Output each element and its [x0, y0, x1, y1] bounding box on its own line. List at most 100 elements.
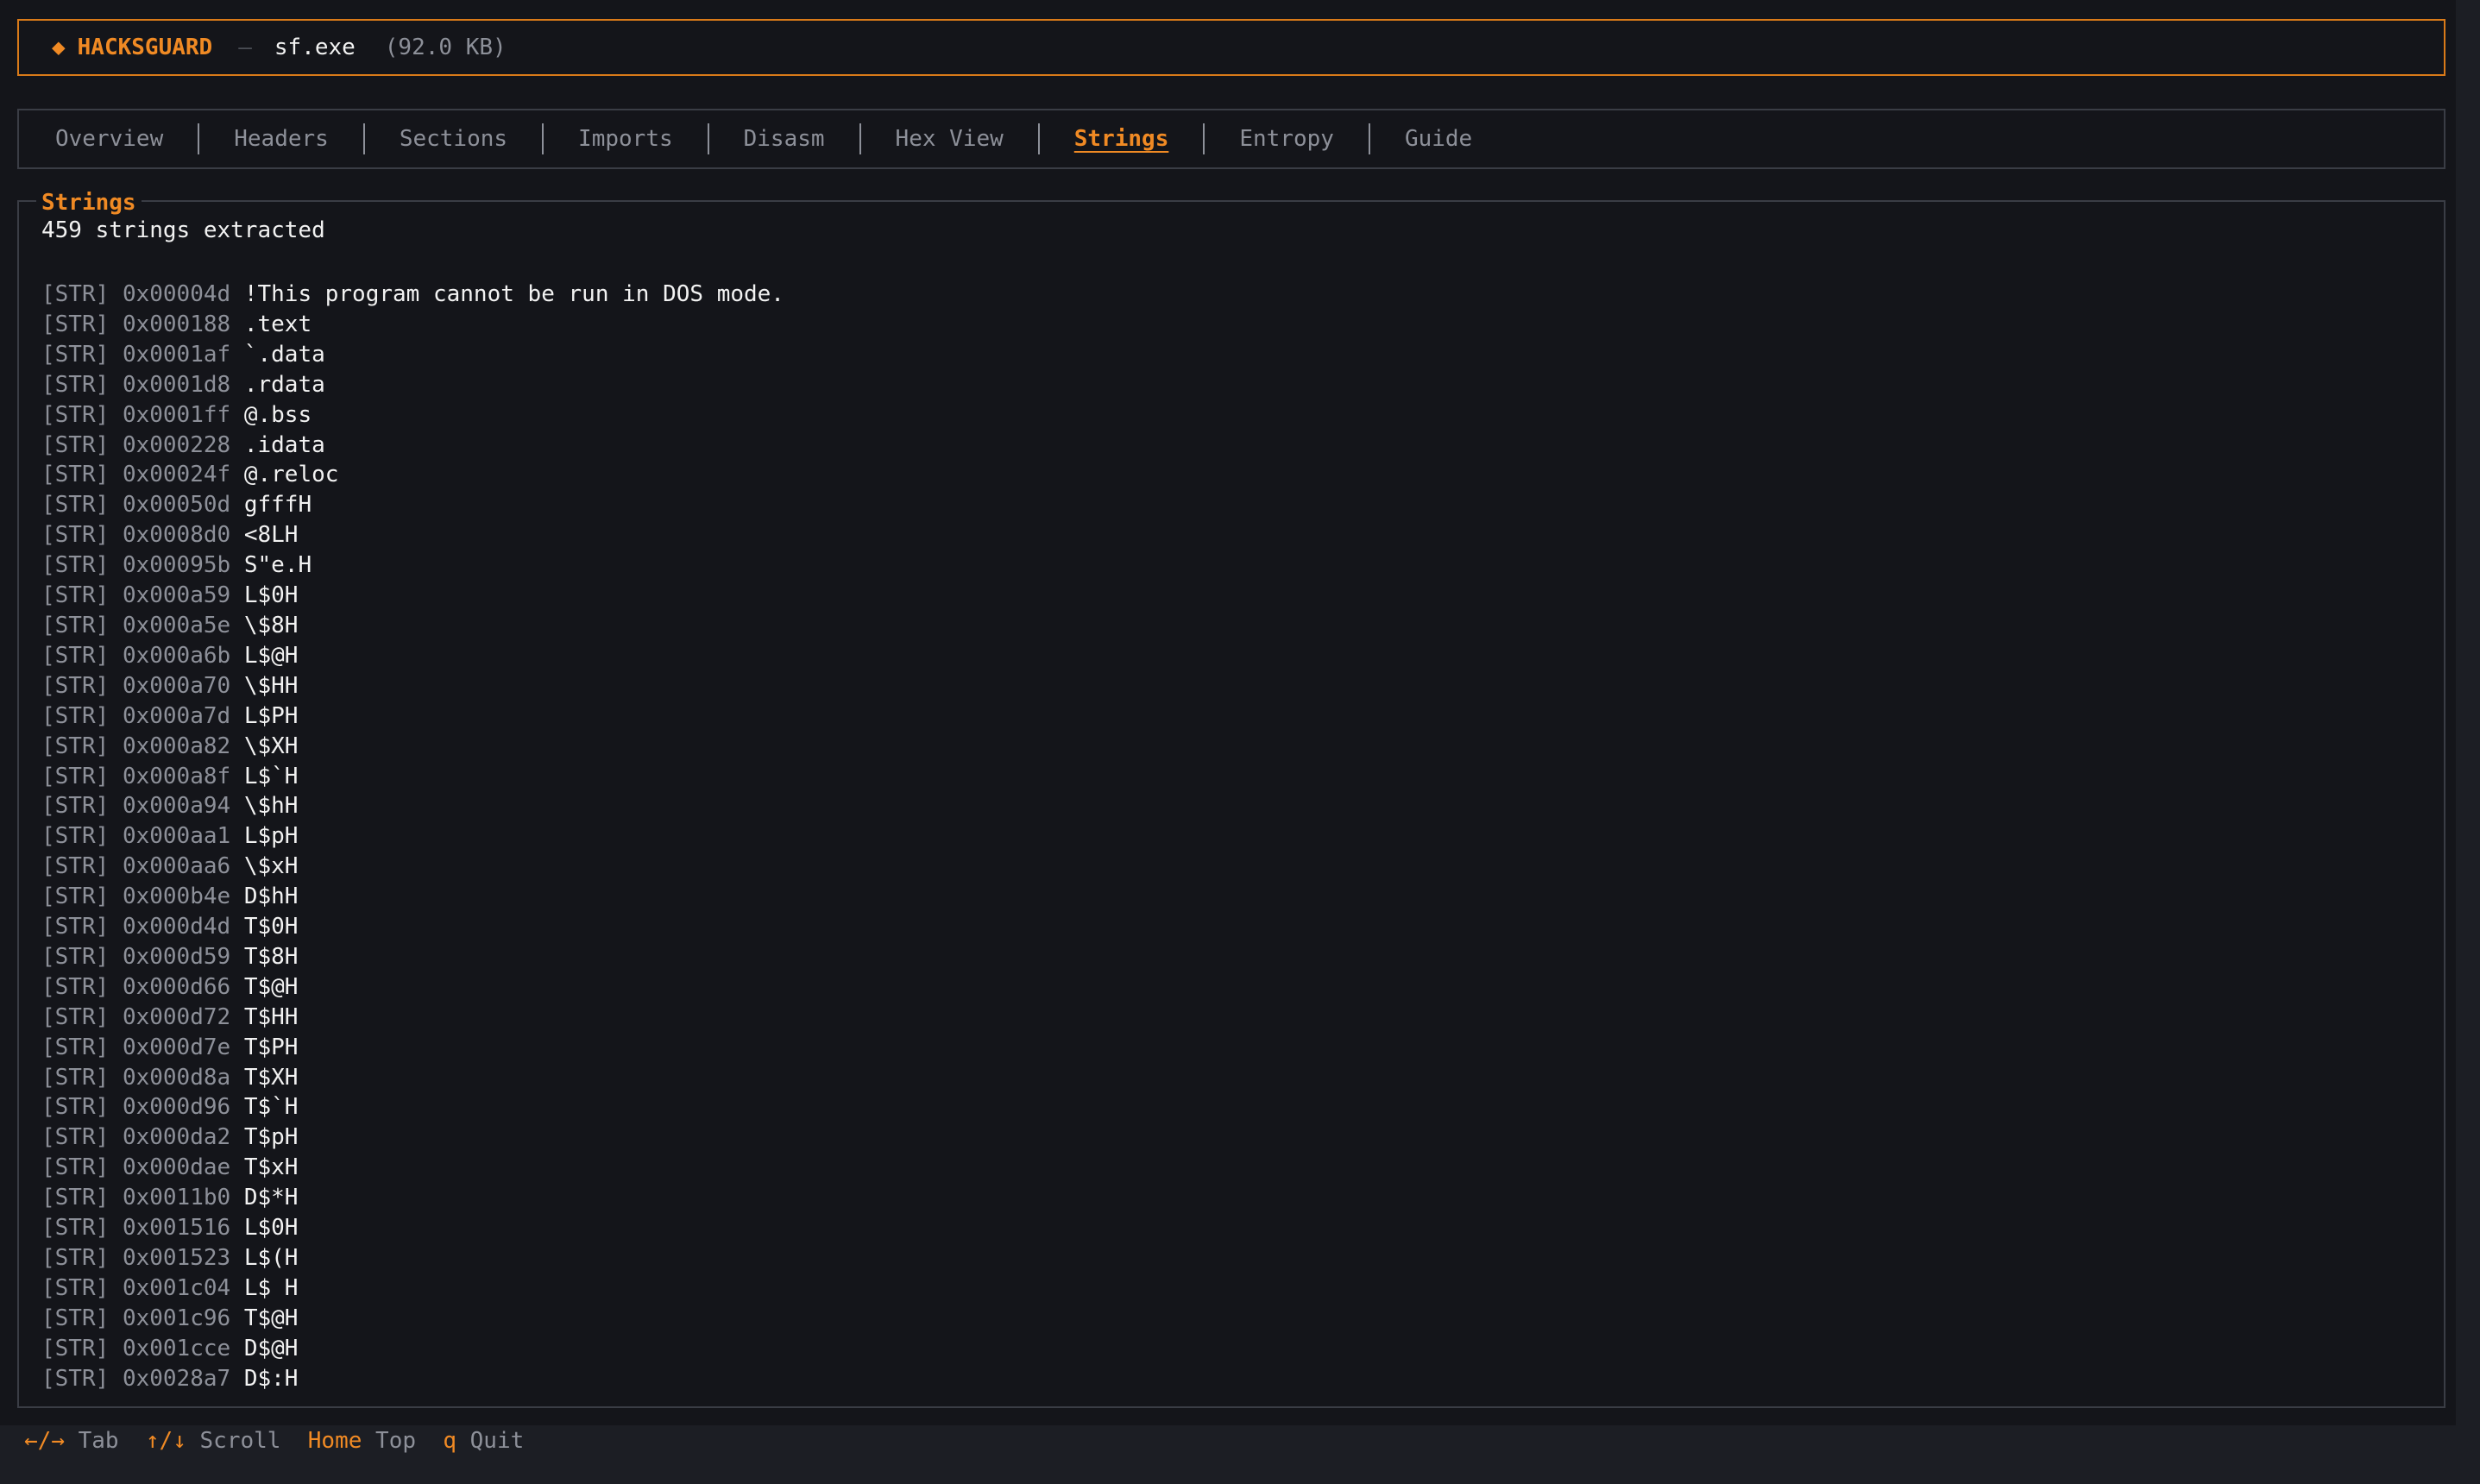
string-row[interactable]: [STR] 0x0028a7 D$:H	[41, 1364, 784, 1394]
tab-imports[interactable]: Imports	[544, 126, 708, 152]
tab-headers[interactable]: Headers	[199, 126, 363, 152]
string-row[interactable]: [STR] 0x000a59 L$0H	[41, 581, 784, 611]
tab-sections[interactable]: Sections	[365, 126, 542, 152]
string-row[interactable]: [STR] 0x000da2 T$pH	[41, 1122, 784, 1153]
string-row[interactable]: [STR] 0x000a6b L$@H	[41, 641, 784, 671]
string-offset: 0x000d8a	[122, 1064, 231, 1091]
string-tag: [STR]	[41, 492, 110, 519]
string-offset: 0x001c96	[122, 1305, 231, 1331]
hint-label-quit: Quit	[469, 1428, 525, 1454]
hint-label-scroll: Scroll	[199, 1428, 281, 1454]
string-row[interactable]: [STR] 0x001c96 T$@H	[41, 1304, 784, 1334]
string-tag: [STR]	[41, 401, 110, 428]
string-row[interactable]: [STR] 0x000d8a T$XH	[41, 1063, 784, 1093]
string-row[interactable]: [STR] 0x0001ff @.bss	[41, 400, 784, 431]
string-row[interactable]: [STR] 0x0011b0 D$*H	[41, 1183, 784, 1213]
string-tag: [STR]	[41, 642, 110, 669]
string-tag: [STR]	[41, 1274, 110, 1301]
string-offset: 0x00004d	[122, 281, 231, 307]
string-row[interactable]: [STR] 0x000d72 T$HH	[41, 1003, 784, 1033]
string-offset: 0x000d72	[122, 1003, 231, 1030]
string-tag: [STR]	[41, 371, 110, 398]
string-offset: 0x000b4e	[122, 883, 231, 910]
string-row[interactable]: [STR] 0x000a7d L$PH	[41, 701, 784, 732]
string-row[interactable]: [STR] 0x0001af `.data	[41, 340, 784, 370]
tab-strings[interactable]: Strings	[1061, 126, 1183, 152]
string-row[interactable]: [STR] 0x000d4d T$0H	[41, 912, 784, 942]
strings-count: 459 strings extracted	[41, 217, 325, 243]
panel-title: Strings	[36, 190, 142, 216]
string-row[interactable]: [STR] 0x000228 .idata	[41, 431, 784, 461]
string-row[interactable]: [STR] 0x000d66 T$@H	[41, 972, 784, 1003]
string-value: \$XH	[243, 733, 299, 759]
string-row[interactable]: [STR] 0x00050d gfffH	[41, 490, 784, 520]
string-value: L$(H	[243, 1245, 299, 1271]
string-value: `.data	[243, 341, 325, 368]
string-offset: 0x000a5e	[122, 612, 231, 638]
string-tag: [STR]	[41, 1185, 110, 1211]
string-row[interactable]: [STR] 0x000188 .text	[41, 310, 784, 340]
string-row[interactable]: [STR] 0x000dae T$xH	[41, 1153, 784, 1183]
string-row[interactable]: [STR] 0x001523 L$(H	[41, 1243, 784, 1273]
string-value: \$8H	[243, 612, 299, 638]
string-value: @.bss	[243, 401, 312, 428]
tab-disasm[interactable]: Disasm	[709, 126, 859, 152]
string-row[interactable]: [STR] 0x000a5e \$8H	[41, 611, 784, 641]
tab-overview[interactable]: Overview	[19, 126, 198, 152]
string-value: <8LH	[243, 522, 299, 549]
string-offset: 0x001516	[122, 1215, 231, 1242]
string-value: \$xH	[243, 853, 299, 880]
string-row[interactable]: [STR] 0x000d59 T$8H	[41, 942, 784, 972]
app-brand: HACKSGUARD	[77, 35, 213, 60]
string-offset: 0x000d7e	[122, 1034, 231, 1060]
string-row[interactable]: [STR] 0x00004d !This program cannot be r…	[41, 280, 784, 310]
tab-hex-view[interactable]: Hex View	[861, 126, 1038, 152]
string-row[interactable]: [STR] 0x000a70 \$HH	[41, 671, 784, 701]
string-row[interactable]: [STR] 0x000a8f L$`H	[41, 762, 784, 792]
string-row[interactable]: [STR] 0x000d96 T$`H	[41, 1092, 784, 1122]
string-row[interactable]: [STR] 0x00024f @.reloc	[41, 460, 784, 490]
string-row[interactable]: [STR] 0x001cce D$@H	[41, 1334, 784, 1364]
string-tag: [STR]	[41, 1124, 110, 1151]
string-row[interactable]: [STR] 0x001c04 L$ H	[41, 1273, 784, 1304]
hint-key-quit: q	[443, 1428, 456, 1454]
string-row[interactable]: [STR] 0x000b4e D$hH	[41, 882, 784, 912]
string-offset: 0x0001af	[122, 341, 231, 368]
string-value: D$*H	[243, 1185, 299, 1211]
string-value: .rdata	[243, 371, 325, 398]
string-row[interactable]: [STR] 0x001516 L$0H	[41, 1213, 784, 1243]
string-tag: [STR]	[41, 341, 110, 368]
hint-label-tab: Tab	[78, 1428, 119, 1454]
hint-key-top: Home	[307, 1428, 362, 1454]
string-row[interactable]: [STR] 0x0008d0 <8LH	[41, 520, 784, 550]
string-offset: 0x001523	[122, 1245, 231, 1271]
string-tag: [STR]	[41, 582, 110, 609]
string-value: !This program cannot be run in DOS mode.	[243, 281, 784, 307]
string-value: T$XH	[243, 1064, 299, 1091]
string-tag: [STR]	[41, 853, 110, 880]
string-value: D$hH	[243, 883, 299, 910]
string-row[interactable]: [STR] 0x000aa6 \$xH	[41, 852, 784, 882]
string-tag: [STR]	[41, 1034, 110, 1060]
strings-list[interactable]: [STR] 0x00004d !This program cannot be r…	[41, 280, 784, 1394]
string-offset: 0x000aa1	[122, 823, 231, 850]
string-offset: 0x0008d0	[122, 522, 231, 549]
string-value: T$PH	[243, 1034, 299, 1060]
tab-entropy[interactable]: Entropy	[1205, 126, 1369, 152]
string-row[interactable]: [STR] 0x000d7e T$PH	[41, 1033, 784, 1063]
string-offset: 0x000a70	[122, 672, 231, 699]
title-bar: ◆ HACKSGUARD — sf.exe (92.0 KB)	[17, 19, 2445, 76]
tab-guide[interactable]: Guide	[1370, 126, 1507, 152]
string-row[interactable]: [STR] 0x000a94 \$hH	[41, 791, 784, 821]
string-value: T$`H	[243, 1094, 299, 1121]
string-row[interactable]: [STR] 0x00095b S"e.H	[41, 550, 784, 581]
string-offset: 0x000188	[122, 311, 231, 337]
strings-panel[interactable]: Strings 459 strings extracted [STR] 0x00…	[17, 190, 2445, 1408]
string-row[interactable]: [STR] 0x000aa1 L$pH	[41, 821, 784, 852]
string-tag: [STR]	[41, 943, 110, 970]
string-row[interactable]: [STR] 0x000a82 \$XH	[41, 732, 784, 762]
string-value: L$pH	[243, 823, 299, 850]
key-hints-bar: ←/→ Tab ↑/↓ Scroll Home Top q Quit	[24, 1424, 524, 1458]
string-row[interactable]: [STR] 0x0001d8 .rdata	[41, 370, 784, 400]
string-value: T$@H	[243, 1305, 299, 1331]
